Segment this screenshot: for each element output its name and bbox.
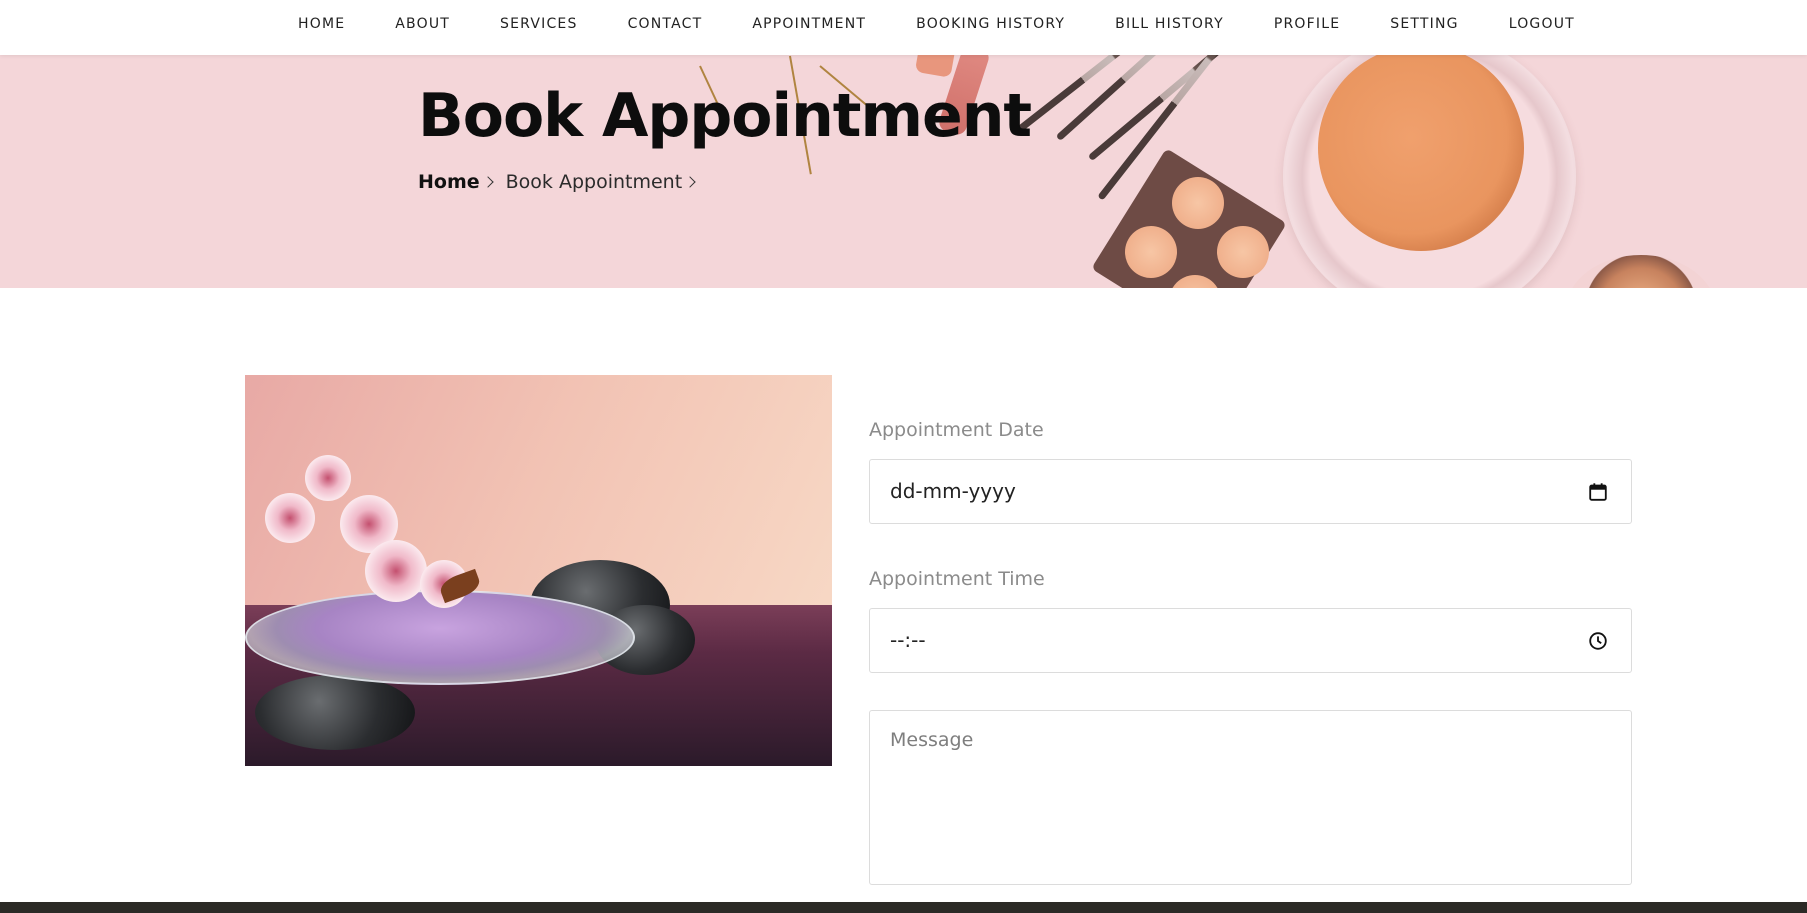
nav-item-appointment[interactable]: APPOINTMENT — [752, 16, 866, 32]
message-textarea[interactable]: Message — [869, 710, 1632, 885]
nav-item-profile[interactable]: PROFILE — [1274, 16, 1340, 32]
cherry-blossom — [305, 455, 351, 501]
nav-item-services[interactable]: SERVICES — [500, 16, 578, 32]
chevron-right-icon — [684, 176, 696, 188]
top-navigation: HOME ABOUT SERVICES CONTACT APPOINTMENT … — [0, 0, 1807, 55]
calendar-icon[interactable] — [1587, 481, 1609, 503]
eyeshadow-pan — [1125, 226, 1177, 278]
taskbar-strip — [0, 902, 1807, 913]
appointment-time-label: Appointment Time — [869, 568, 1045, 590]
chevron-right-icon — [481, 176, 494, 188]
page-title: Book Appointment — [418, 81, 1032, 151]
spa-stone — [255, 675, 415, 750]
date-input-value: dd-mm-yyyy — [890, 479, 1016, 503]
breadcrumb-home-link[interactable]: Home — [418, 171, 480, 193]
blush-bowl-decoration — [1566, 255, 1716, 288]
nav-item-contact[interactable]: CONTACT — [628, 16, 703, 32]
message-placeholder: Message — [890, 729, 974, 751]
hero-banner: Book Appointment Home Book Appointment — [0, 55, 1807, 288]
time-input-value: --:-- — [890, 628, 926, 652]
nav-item-home[interactable]: HOME — [298, 16, 345, 32]
eyeshadow-pan — [1217, 226, 1269, 278]
spa-image — [245, 375, 832, 766]
breadcrumb: Home Book Appointment — [418, 171, 696, 193]
cherry-blossom — [265, 493, 315, 543]
appointment-date-input[interactable]: dd-mm-yyyy — [869, 459, 1632, 524]
cherry-blossom — [365, 540, 427, 602]
eyeshadow-pan — [1172, 177, 1224, 229]
appointment-date-label: Appointment Date — [869, 419, 1044, 441]
nav-item-booking-history[interactable]: BOOKING HISTORY — [916, 16, 1065, 32]
nav-item-setting[interactable]: SETTING — [1390, 16, 1458, 32]
breadcrumb-current: Book Appointment — [505, 171, 683, 193]
nav-menu: HOME ABOUT SERVICES CONTACT APPOINTMENT … — [298, 0, 1575, 48]
nav-item-bill-history[interactable]: BILL HISTORY — [1115, 16, 1224, 32]
clock-icon[interactable] — [1587, 630, 1609, 652]
nav-item-logout[interactable]: LOGOUT — [1509, 16, 1575, 32]
appointment-time-input[interactable]: --:-- — [869, 608, 1632, 673]
nav-item-about[interactable]: ABOUT — [395, 16, 450, 32]
lipstick-cap-decoration — [914, 55, 958, 78]
